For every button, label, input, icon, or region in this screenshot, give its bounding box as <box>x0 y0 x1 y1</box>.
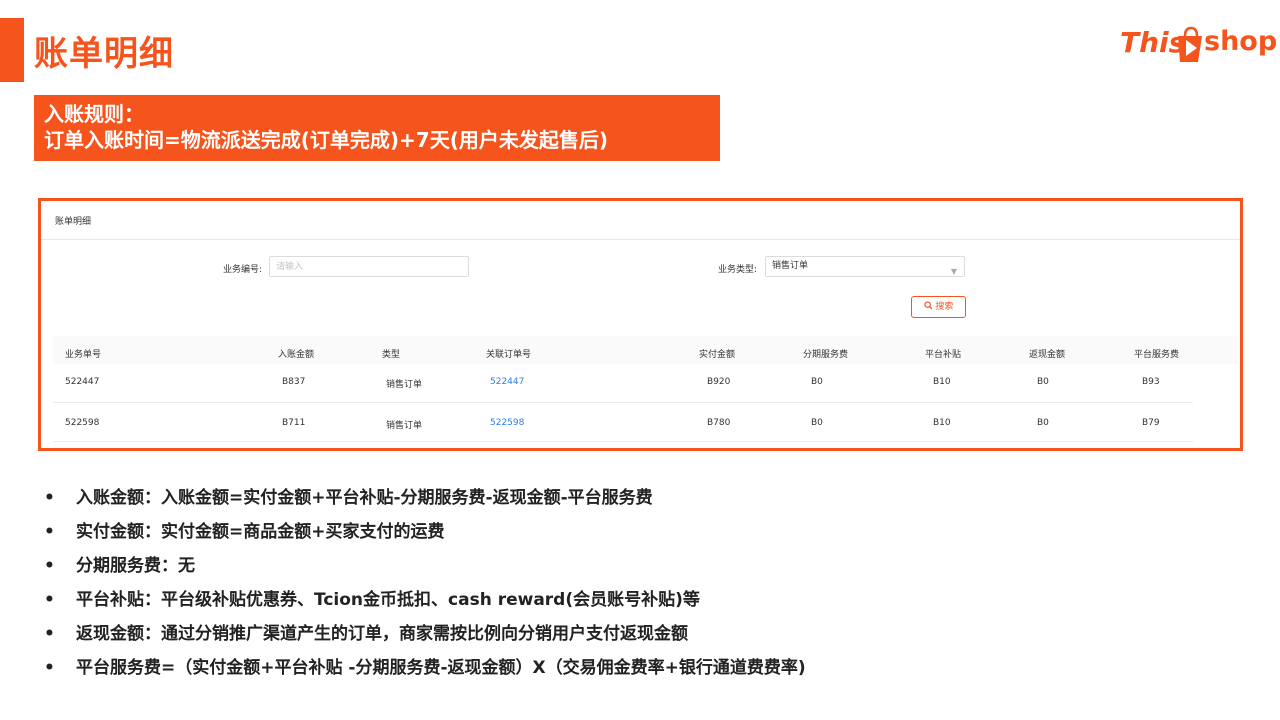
bullet-dot: • <box>44 488 55 508</box>
cell-type: 销售订单 <box>386 421 423 431</box>
rule-heading: 入账规则： <box>44 102 144 126</box>
title-accent-bar <box>0 18 24 82</box>
business-type-label: 业务类型: <box>718 265 758 275</box>
cell-cashback-amount: B0 <box>1037 377 1049 387</box>
definition-text: 平台补贴：平台级补贴优惠券、Tcion金币抵扣、cash reward(会员账号… <box>76 590 700 610</box>
business-no-label: 业务编号: <box>223 265 263 275</box>
billing-rule-box: 入账规则： 订单入账时间=物流派送完成(订单完成)+7天(用户未发起售后) <box>34 95 720 161</box>
list-item: • 入账金额：入账金额=实付金额+平台补贴-分期服务费-返现金额-平台服务费 <box>44 486 806 520</box>
row-divider <box>53 402 1193 403</box>
col-header-paid-amount: 实付金额 <box>699 350 736 360</box>
cell-platform-subsidy: B10 <box>933 418 951 428</box>
page-title: 账单明细 <box>34 34 174 74</box>
search-icon <box>923 301 936 312</box>
col-header-linked-order-no: 关联订单号 <box>486 350 532 360</box>
chevron-down-icon: ▼ <box>950 267 957 276</box>
search-button[interactable]: 搜索 <box>911 296 966 318</box>
bullet-dot: • <box>44 658 55 678</box>
cell-credited-amount: B711 <box>282 418 306 428</box>
cell-linked-order-link[interactable]: 522598 <box>490 418 524 428</box>
business-type-value: 销售订单 <box>772 261 809 271</box>
col-header-platform-subsidy: 平台补贴 <box>925 350 962 360</box>
cell-platform-service-fee: B93 <box>1142 377 1160 387</box>
list-item: • 平台补贴：平台级补贴优惠券、Tcion金币抵扣、cash reward(会员账… <box>44 588 806 622</box>
definitions-list: • 入账金额：入账金额=实付金额+平台补贴-分期服务费-返现金额-平台服务费 • 实… <box>44 486 806 690</box>
row-divider <box>53 441 1193 442</box>
cell-linked-order-link[interactable]: 522447 <box>490 377 524 387</box>
col-header-type: 类型 <box>382 350 401 360</box>
rule-text: 订单入账时间=物流派送完成(订单完成)+7天(用户未发起售后) <box>44 128 608 152</box>
cell-platform-service-fee: B79 <box>1142 418 1160 428</box>
definition-text: 平台服务费=（实付金额+平台补贴 -分期服务费-返现金额）X（交易佣金费率+银行… <box>76 658 806 678</box>
cell-installment-fee: B0 <box>811 377 823 387</box>
cell-business-order-no: 522598 <box>65 418 100 428</box>
cell-installment-fee: B0 <box>811 418 823 428</box>
cell-paid-amount: B780 <box>707 418 731 428</box>
cell-credited-amount: B837 <box>282 377 306 387</box>
col-header-credited-amount: 入账金额 <box>278 350 315 360</box>
list-item: • 平台服务费=（实付金额+平台补贴 -分期服务费-返现金额）X（交易佣金费率+银… <box>44 656 806 690</box>
list-item: • 分期服务费：无 <box>44 554 806 588</box>
cell-paid-amount: B920 <box>707 377 731 387</box>
bullet-dot: • <box>44 624 55 644</box>
bullet-dot: • <box>44 556 55 576</box>
cell-cashback-amount: B0 <box>1037 418 1049 428</box>
business-no-input[interactable] <box>269 256 469 277</box>
cell-business-order-no: 522447 <box>65 377 100 387</box>
table-row[interactable] <box>53 364 1193 402</box>
shopping-bag-icon <box>1176 26 1206 68</box>
col-header-platform-service-fee: 平台服务费 <box>1134 350 1180 360</box>
cell-type: 销售订单 <box>386 380 423 390</box>
definition-text: 返现金额：通过分销推广渠道产生的订单，商家需按比例向分销用户支付返现金额 <box>76 624 688 644</box>
search-button-label: 搜索 <box>935 302 954 312</box>
thisshop-logo: This shop <box>1118 18 1277 70</box>
list-item: • 返现金额：通过分销推广渠道产生的订单，商家需按比例向分销用户支付返现金额 <box>44 622 806 656</box>
bill-details-panel: 账单明细 业务编号: 业务类型: 销售订单 ▼ 搜索 业务单号 入账金额 类型 … <box>38 198 1243 451</box>
business-type-select[interactable]: 销售订单 ▼ <box>765 256 965 277</box>
col-header-installment-fee: 分期服务费 <box>803 350 849 360</box>
definition-text: 实付金额：实付金额=商品金额+买家支付的运费 <box>76 522 445 542</box>
bullet-dot: • <box>44 522 55 542</box>
list-item: • 实付金额：实付金额=商品金额+买家支付的运费 <box>44 520 806 554</box>
definition-text: 分期服务费：无 <box>76 556 195 576</box>
definition-text: 入账金额：入账金额=实付金额+平台补贴-分期服务费-返现金额-平台服务费 <box>76 488 653 508</box>
cell-platform-subsidy: B10 <box>933 377 951 387</box>
panel-divider <box>41 239 1240 240</box>
panel-title: 账单明细 <box>55 217 92 227</box>
bullet-dot: • <box>44 590 55 610</box>
logo-text-shop: shop <box>1204 26 1278 57</box>
col-header-business-order-no: 业务单号 <box>65 350 102 360</box>
col-header-cashback-amount: 返现金额 <box>1029 350 1066 360</box>
table-row[interactable] <box>53 404 1193 442</box>
